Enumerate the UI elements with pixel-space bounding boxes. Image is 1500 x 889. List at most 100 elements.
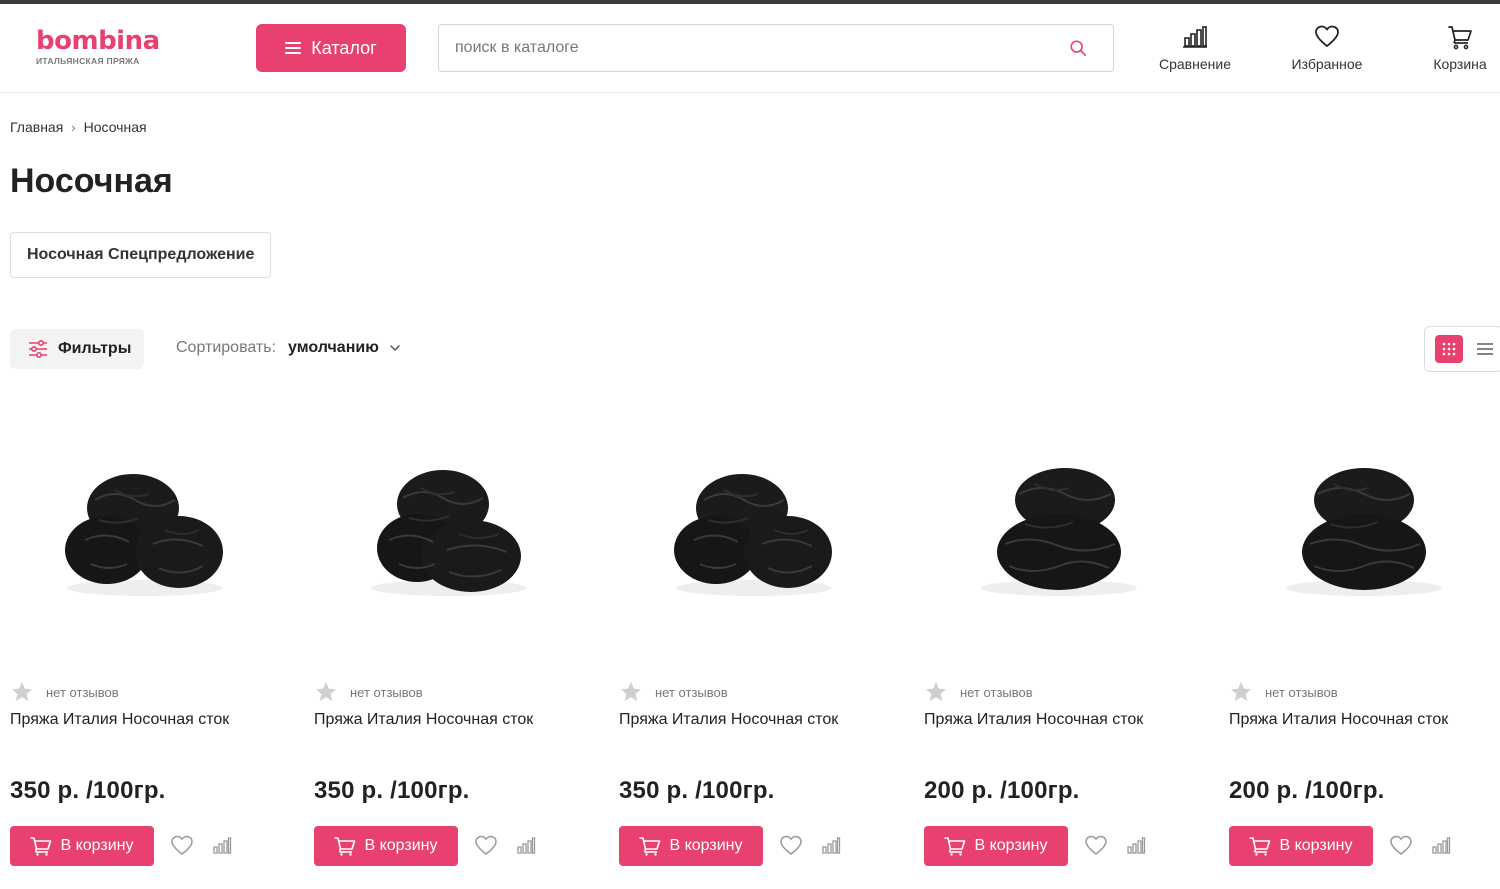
product-name[interactable]: Пряжа Италия Носочная сток — [1229, 711, 1448, 729]
breadcrumb-chevron-icon: › — [71, 119, 76, 135]
grid-view-icon — [1442, 342, 1456, 356]
add-to-cart-button[interactable]: В корзину — [314, 826, 458, 866]
product-card: нет отзывов Пряжа Италия Носочная сток 3… — [10, 395, 300, 875]
rating-text: нет отзывов — [46, 684, 119, 700]
search-box — [438, 24, 1114, 72]
rating-text: нет отзывов — [960, 684, 1033, 700]
header-favorites-label: Избранное — [1291, 56, 1363, 72]
add-to-cart-button[interactable]: В корзину — [10, 826, 154, 866]
cart-icon — [334, 837, 356, 856]
header-cart-label: Корзина — [1433, 56, 1487, 72]
rating: нет отзывов — [1229, 680, 1338, 704]
grid-view-button[interactable] — [1435, 335, 1463, 363]
product-name[interactable]: Пряжа Италия Носочная сток — [10, 711, 229, 729]
compare-icon[interactable] — [212, 836, 232, 856]
breadcrumb-current: Носочная — [83, 119, 147, 135]
add-to-cart-button[interactable]: В корзину — [924, 826, 1068, 866]
logo-tagline: ИТАЛЬЯНСКАЯ ПРЯЖА — [36, 56, 140, 66]
add-to-cart-label: В корзину — [1279, 837, 1353, 854]
yarn-image — [65, 474, 223, 596]
heart-icon[interactable] — [170, 834, 194, 858]
heart-icon[interactable] — [1084, 834, 1108, 858]
compare-icon[interactable] — [1431, 836, 1451, 856]
product-name[interactable]: Пряжа Италия Носочная сток — [619, 711, 838, 729]
yarn-image — [1286, 468, 1442, 596]
sort-control: Сортировать: умолчанию — [176, 339, 401, 357]
filters-button[interactable]: Фильтры — [10, 329, 144, 369]
breadcrumb-home-link[interactable]: Главная — [10, 119, 63, 135]
yarn-image — [371, 470, 527, 596]
cart-icon — [639, 837, 661, 856]
compare-icon[interactable] — [821, 836, 841, 856]
add-to-cart-label: В корзину — [669, 837, 743, 854]
filters-button-label: Фильтры — [58, 340, 132, 357]
add-to-cart-label: В корзину — [60, 837, 134, 854]
product-price: 200 р. /100гр. — [1229, 777, 1385, 804]
sort-label: Сортировать: — [176, 339, 277, 356]
logo[interactable]: bombina ИТАЛЬЯНСКАЯ ПРЯЖА — [36, 26, 166, 70]
rating-text: нет отзывов — [655, 684, 728, 700]
add-to-cart-button[interactable]: В корзину — [619, 826, 763, 866]
filter-icon — [29, 340, 47, 358]
star-icon — [12, 682, 32, 701]
product-price: 350 р. /100гр. — [314, 777, 470, 804]
header-compare-link[interactable]: Сравнение — [1150, 24, 1240, 72]
product-image[interactable] — [1229, 395, 1499, 665]
add-to-cart-label: В корзину — [974, 837, 1048, 854]
product-image[interactable] — [924, 395, 1194, 665]
product-image[interactable] — [314, 395, 584, 665]
product-card: нет отзывов Пряжа Италия Носочная сток 2… — [924, 395, 1214, 875]
rating: нет отзывов — [314, 680, 423, 704]
product-card: нет отзывов Пряжа Италия Носочная сток 2… — [1229, 395, 1500, 875]
product-name[interactable]: Пряжа Италия Носочная сток — [314, 711, 533, 729]
product-image[interactable] — [10, 395, 280, 665]
sort-dropdown[interactable]: умолчанию — [288, 339, 379, 357]
cart-icon — [1249, 837, 1271, 856]
subcategory-chip[interactable]: Носочная Спецпредложение — [10, 232, 272, 278]
product-price: 350 р. /100гр. — [619, 777, 775, 804]
rating-text: нет отзывов — [350, 684, 423, 700]
menu-icon — [285, 42, 302, 54]
add-to-cart-label: В корзину — [364, 837, 438, 854]
heart-icon — [1315, 25, 1339, 47]
product-price: 350 р. /100гр. — [10, 777, 166, 804]
star-icon — [926, 682, 946, 701]
yarn-image — [981, 468, 1137, 596]
search-input[interactable] — [455, 25, 1055, 71]
star-icon — [621, 682, 641, 701]
star-icon — [316, 682, 336, 701]
product-price: 200 р. /100гр. — [924, 777, 1080, 804]
heart-icon[interactable] — [1389, 834, 1413, 858]
site-header: bombina ИТАЛЬЯНСКАЯ ПРЯЖА Каталог Сравне… — [0, 4, 1500, 93]
breadcrumb: Главная › Носочная — [10, 119, 147, 135]
cart-icon — [1448, 26, 1472, 50]
chevron-down-icon[interactable] — [389, 342, 401, 354]
product-card: нет отзывов Пряжа Италия Носочная сток 3… — [314, 395, 604, 875]
compare-icon[interactable] — [516, 836, 536, 856]
catalog-button-label: Каталог — [311, 37, 377, 58]
page-title: Носочная — [10, 162, 173, 200]
product-name[interactable]: Пряжа Италия Носочная сток — [924, 711, 1143, 729]
header-favorites-link[interactable]: Избранное — [1282, 24, 1372, 72]
star-icon — [1231, 682, 1251, 701]
heart-icon[interactable] — [474, 834, 498, 858]
yarn-image — [674, 474, 832, 596]
rating: нет отзывов — [619, 680, 728, 704]
product-card: нет отзывов Пряжа Италия Носочная сток 3… — [619, 395, 909, 875]
logo-brand: bombina — [36, 26, 160, 56]
rating: нет отзывов — [10, 680, 119, 704]
cart-icon — [944, 837, 966, 856]
rating-text: нет отзывов — [1265, 684, 1338, 700]
compare-icon[interactable] — [1126, 836, 1146, 856]
header-compare-label: Сравнение — [1159, 56, 1231, 72]
list-view-icon[interactable] — [1475, 339, 1495, 359]
rating: нет отзывов — [924, 680, 1033, 704]
add-to-cart-button[interactable]: В корзину — [1229, 826, 1373, 866]
compare-icon — [1183, 26, 1207, 48]
search-icon[interactable] — [1069, 39, 1087, 57]
catalog-button[interactable]: Каталог — [256, 24, 406, 72]
header-cart-link[interactable]: Корзина — [1420, 24, 1500, 72]
heart-icon[interactable] — [779, 834, 803, 858]
product-image[interactable] — [619, 395, 889, 665]
cart-icon — [30, 837, 52, 856]
